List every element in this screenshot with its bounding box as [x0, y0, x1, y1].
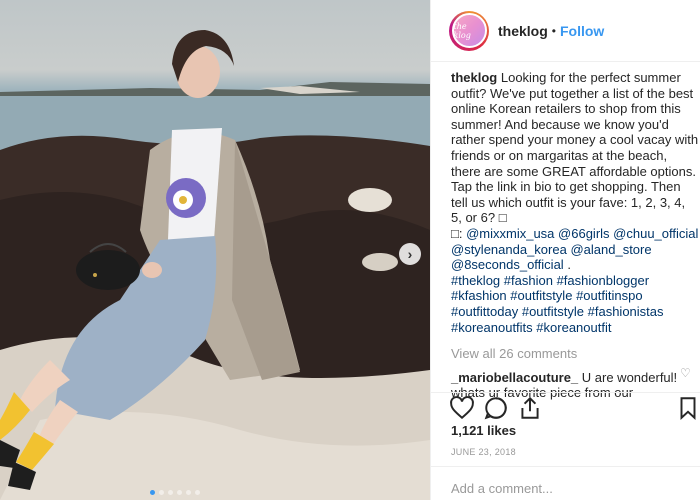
header-username[interactable]: theklog	[498, 23, 548, 39]
comment-like-heart-icon[interactable]: ♡	[680, 366, 691, 380]
post-date: JUNE 23, 2018	[451, 447, 516, 457]
hashtag-link[interactable]: #outfitinspo	[576, 288, 643, 303]
carousel-next-button[interactable]: ›	[399, 243, 421, 265]
hashtag-link[interactable]: #outfittoday	[451, 304, 518, 319]
carousel-dot	[186, 490, 191, 495]
post-panel: the klog theklog • Follow theklog Lookin…	[430, 0, 700, 500]
hashtag-link[interactable]: #fashionblogger	[557, 273, 650, 288]
mention-link[interactable]: @mixxmix_usa	[466, 226, 554, 241]
add-comment-bar	[431, 466, 700, 500]
mention-link[interactable]: @8seconds_official	[451, 257, 564, 272]
hashtag-link[interactable]: #outfitstyle	[510, 288, 572, 303]
photo-scene	[0, 30, 430, 500]
comments-section: theklog Looking for the perfect summer o…	[451, 70, 699, 401]
mention-link[interactable]: @aland_store	[570, 242, 651, 257]
action-bar	[431, 392, 700, 422]
hashtag-link[interactable]: #fashion	[504, 273, 553, 288]
comment-username[interactable]: _mariobellacouture_	[451, 370, 578, 385]
carousel-dot	[168, 490, 173, 495]
hashtag-link[interactable]: #kfashion	[451, 288, 507, 303]
share-icon[interactable]	[517, 395, 543, 421]
chevron-right-icon: ›	[407, 246, 413, 262]
post-header: the klog theklog • Follow	[431, 0, 700, 62]
add-comment-input[interactable]	[451, 481, 681, 496]
header-separator: •	[551, 23, 556, 38]
hashtag-link[interactable]: #theklog	[451, 273, 500, 288]
post-photo[interactable]: ›	[0, 0, 430, 500]
caption: theklog Looking for the perfect summer o…	[451, 70, 699, 335]
caption-glyph: □:	[451, 225, 463, 241]
mention-link[interactable]: @stylenanda_korea	[451, 242, 567, 257]
caption-text: Looking for the perfect summer outfit? W…	[451, 70, 699, 226]
carousel-dot	[177, 490, 182, 495]
mention-link[interactable]: @66girls	[558, 226, 610, 241]
hashtag-link[interactable]: #koreanoutfits	[451, 320, 533, 335]
caption-username[interactable]: theklog	[451, 70, 497, 85]
hashtag-link[interactable]: #fashionistas	[588, 304, 664, 319]
avatar[interactable]: the klog	[449, 10, 489, 51]
bookmark-icon[interactable]	[675, 395, 700, 421]
carousel-dot	[195, 490, 200, 495]
likes-count[interactable]: 1,121 likes	[451, 423, 516, 438]
mention-link[interactable]: @chuu_official	[613, 226, 698, 241]
carousel-dot	[159, 490, 164, 495]
heart-icon[interactable]	[449, 395, 475, 421]
carousel-dot	[150, 490, 155, 495]
avatar-logo: the klog	[451, 13, 487, 48]
view-all-comments-link[interactable]: View all 26 comments	[451, 346, 699, 362]
hashtag-link[interactable]: #koreanoutfit	[536, 320, 611, 335]
follow-button[interactable]: Follow	[560, 23, 604, 39]
comment-icon[interactable]	[483, 395, 509, 421]
hashtag-link[interactable]: #outfitstyle	[522, 304, 584, 319]
carousel-dots	[150, 490, 200, 495]
